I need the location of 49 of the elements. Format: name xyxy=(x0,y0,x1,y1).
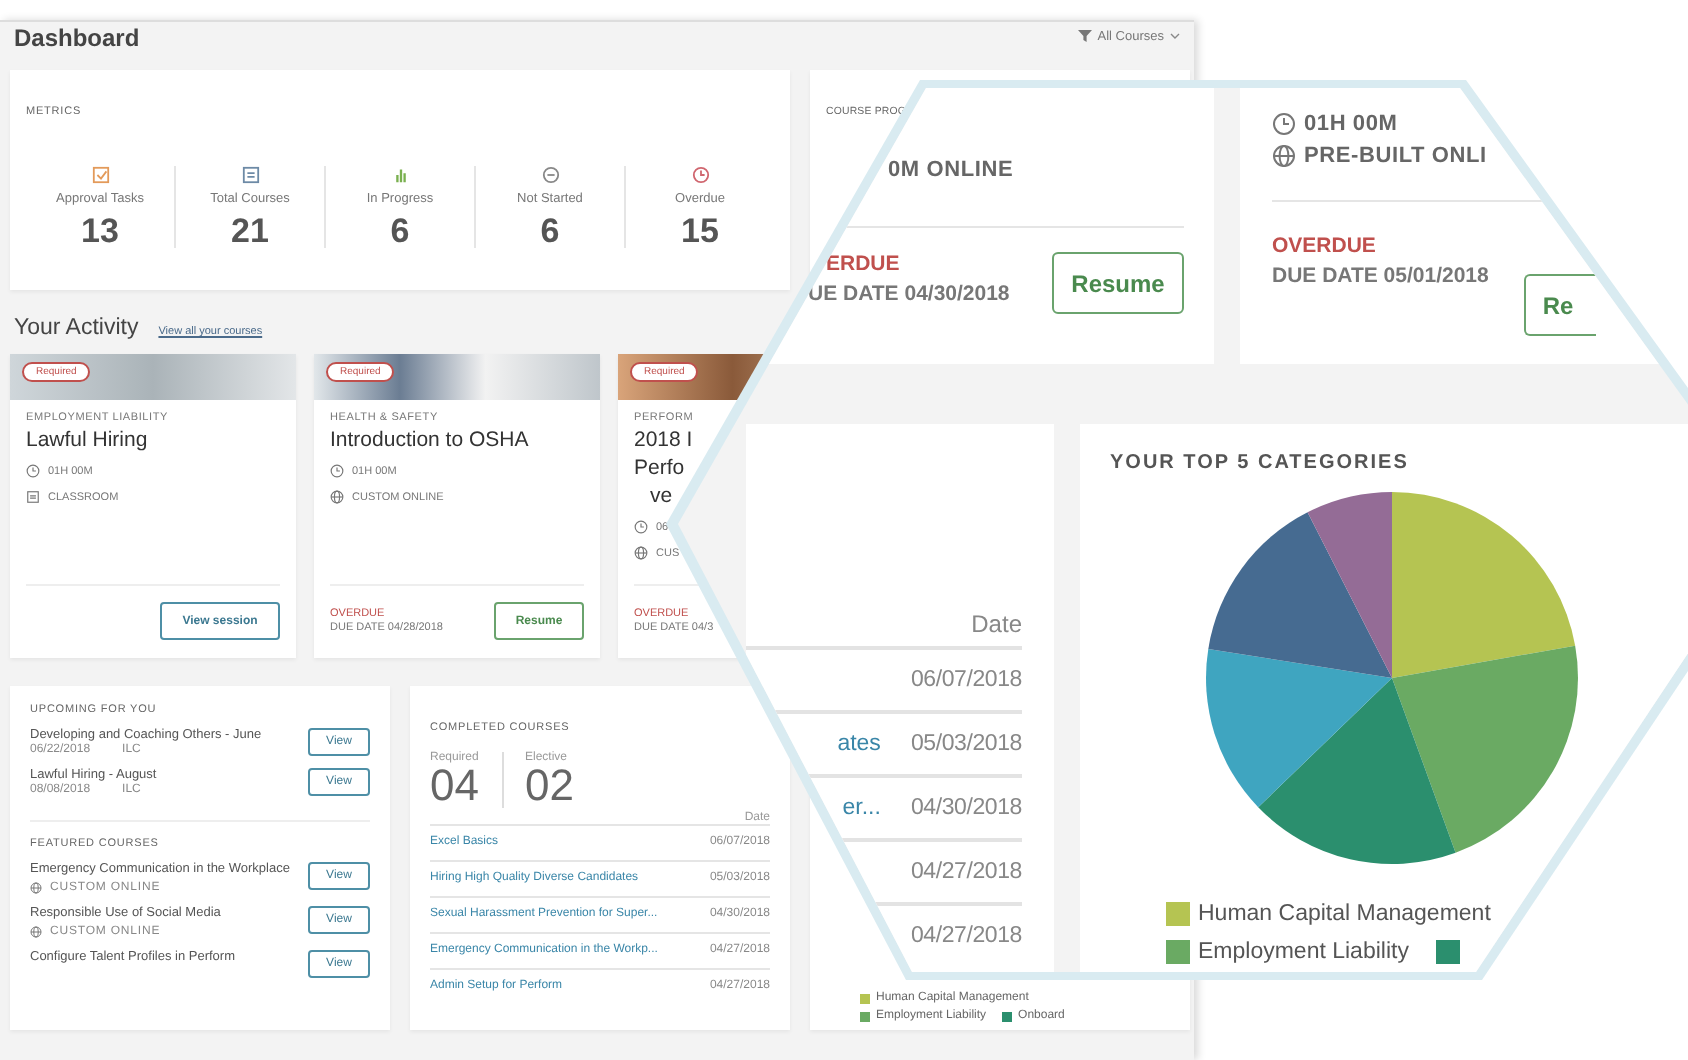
clock-icon xyxy=(691,166,709,184)
minus-circle-icon xyxy=(541,166,559,184)
course-meta: 0M ONLINE xyxy=(888,158,1014,182)
globe-icon xyxy=(30,882,42,894)
course-link[interactable]: er... xyxy=(842,796,881,820)
bars-icon xyxy=(391,166,409,184)
chevron-down-icon xyxy=(1170,32,1180,40)
metric-value: 13 xyxy=(81,214,119,248)
globe-icon xyxy=(30,926,42,938)
resume-button[interactable]: Re xyxy=(1524,274,1597,336)
page-title: Dashboard xyxy=(14,24,140,52)
filter-icon xyxy=(1077,30,1092,42)
globe-icon xyxy=(330,490,344,504)
metric-value: 6 xyxy=(540,214,560,248)
course-meta: PRE-BUILT ONLI xyxy=(1304,144,1487,168)
completion-date: 04/30/2018 xyxy=(910,796,1022,820)
completion-date: 04/27/2018 xyxy=(910,924,1022,948)
column-header: Date xyxy=(971,610,1022,638)
overdue-status: ERDUE xyxy=(826,252,902,276)
globe-icon xyxy=(1272,144,1296,168)
course-title: 2018 I xyxy=(634,428,695,452)
clock-icon xyxy=(634,520,648,534)
clock-icon xyxy=(330,464,344,478)
course-meta: 01H 00M xyxy=(1304,112,1398,136)
overdue-status: OVERDUE xyxy=(1272,234,1378,258)
metric-value: 15 xyxy=(681,214,719,248)
card-heading: YOUR TOP 5 CATEGORIES xyxy=(1110,452,1411,474)
clock-icon xyxy=(1272,112,1296,136)
resume-button[interactable]: Resume xyxy=(1052,252,1184,314)
section-title: Your Activity xyxy=(14,316,139,340)
course-link[interactable]: ates xyxy=(837,732,881,756)
count-value: 02 xyxy=(524,764,574,808)
globe-icon xyxy=(634,546,648,560)
legend-label: Employment Liability xyxy=(1198,940,1409,964)
metric-value: 6 xyxy=(390,214,410,248)
course-title: Lawful Hiring xyxy=(26,428,150,452)
completion-date: 05/03/2018 xyxy=(910,732,1022,756)
checkbox-icon xyxy=(91,166,109,184)
legend-label: Human Capital Management xyxy=(1198,902,1491,926)
completion-date: 06/07/2018 xyxy=(910,668,1022,692)
completion-date: 04/27/2018 xyxy=(910,860,1022,884)
calendar-icon xyxy=(26,490,40,504)
count-value: 04 xyxy=(430,764,479,808)
course-title: ve xyxy=(650,484,675,508)
clock-icon xyxy=(26,464,40,478)
course-title: Perfo xyxy=(634,456,687,480)
due-date: DUE DATE 05/01/2018 xyxy=(1272,264,1489,288)
course-title: Introduction to OSHA xyxy=(330,428,531,452)
metric-value: 21 xyxy=(231,214,269,248)
